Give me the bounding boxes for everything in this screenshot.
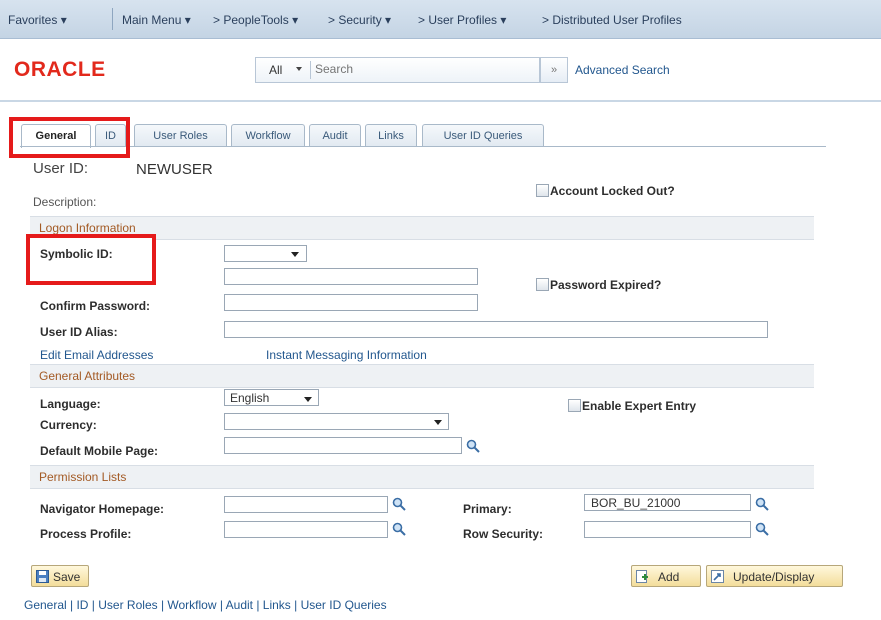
save-button-label: Save [53, 570, 81, 584]
primary-field[interactable]: BOR_BU_21000 [584, 494, 751, 511]
language-label: Language: [40, 397, 101, 411]
tab-workflow[interactable]: Workflow [231, 124, 305, 147]
breadcrumb-current: > Distributed User Profiles [542, 13, 682, 27]
tab-user-id-queries[interactable]: User ID Queries [422, 124, 544, 147]
add-icon [636, 570, 648, 583]
chevron-down-icon[interactable] [296, 67, 302, 71]
user-id-alias-label: User ID Alias: [40, 325, 118, 339]
lookup-icon[interactable] [466, 439, 480, 453]
instant-messaging-link[interactable]: Instant Messaging Information [266, 348, 427, 362]
user-id-value: NEWUSER [136, 161, 213, 178]
primary-value: BOR_BU_21000 [591, 496, 681, 510]
section-title: General Attributes [39, 369, 136, 383]
chevron-down-icon[interactable] [304, 397, 312, 402]
confirm-password-field[interactable] [224, 294, 478, 311]
header-divider [0, 100, 881, 102]
tab-audit[interactable]: Audit [309, 124, 361, 147]
update-display-button-label: Update/Display [733, 570, 815, 584]
breadcrumb-peopletools[interactable]: > PeopleTools ▾ [213, 13, 298, 27]
lookup-icon[interactable] [392, 522, 406, 536]
confirm-password-label: Confirm Password: [40, 299, 151, 313]
navigator-homepage-label: Navigator Homepage: [40, 502, 165, 516]
row-security-label: Row Security: [463, 527, 544, 541]
primary-label: Primary: [463, 502, 512, 516]
lookup-icon[interactable] [392, 497, 406, 511]
add-button-label: Add [658, 570, 680, 584]
enable-expert-checkbox[interactable] [568, 399, 581, 412]
edit-email-link[interactable]: Edit Email Addresses [40, 348, 153, 362]
user-id-label: User ID: [33, 160, 89, 177]
password-expired-checkbox[interactable] [536, 278, 549, 291]
search-divider [310, 61, 311, 79]
section-title: Logon Information [39, 221, 136, 235]
section-general-attributes: General Attributes [30, 364, 814, 388]
search-scope-select[interactable]: All [269, 63, 282, 77]
search-go-button[interactable]: » [540, 57, 568, 83]
lookup-icon[interactable] [755, 522, 769, 536]
main-menu[interactable]: Main Menu ▾ [122, 13, 191, 27]
section-title: Permission Lists [39, 470, 127, 484]
default-mobile-field[interactable] [224, 437, 462, 454]
update-display-button[interactable]: Update/Display [706, 565, 843, 587]
chevron-down-icon[interactable] [434, 420, 442, 425]
account-locked-checkbox[interactable] [536, 184, 549, 197]
default-mobile-label: Default Mobile Page: [40, 444, 159, 458]
section-permission-lists: Permission Lists [30, 465, 814, 489]
lookup-icon[interactable] [755, 497, 769, 511]
tab-user-roles[interactable]: User Roles [134, 124, 227, 147]
row-security-field[interactable] [584, 521, 751, 538]
search-bar: All » Advanced Search [255, 57, 692, 83]
language-value: English [230, 391, 270, 405]
account-locked-label: Account Locked Out? [550, 184, 675, 198]
currency-label: Currency: [40, 418, 97, 432]
footer-links[interactable]: General | ID | User Roles | Workflow | A… [24, 598, 387, 612]
oracle-logo: ORACLE [14, 58, 106, 81]
highlight-box-tabs [9, 117, 130, 158]
search-box: All [255, 57, 540, 83]
enable-expert-label: Enable Expert Entry [582, 399, 697, 413]
update-display-icon [711, 570, 724, 583]
process-profile-label: Process Profile: [40, 527, 132, 541]
navigation-bar: Favorites ▾ Main Menu ▾ > PeopleTools ▾ … [0, 0, 881, 39]
favorites-menu[interactable]: Favorites ▾ [8, 13, 67, 27]
tab-links[interactable]: Links [365, 124, 417, 147]
symbolic-id-label-highlighted: Symbolic ID: [40, 247, 113, 261]
user-id-alias-field[interactable] [224, 321, 768, 338]
password-field[interactable] [224, 268, 478, 285]
chevron-down-icon[interactable] [291, 252, 299, 257]
add-button[interactable]: Add [631, 565, 701, 587]
breadcrumb-security[interactable]: > Security ▾ [328, 13, 391, 27]
password-expired-label: Password Expired? [550, 278, 662, 292]
save-icon [36, 570, 49, 583]
breadcrumb-user-profiles[interactable]: > User Profiles ▾ [418, 13, 506, 27]
currency-select[interactable] [224, 413, 449, 430]
advanced-search-link[interactable]: Advanced Search [575, 63, 670, 77]
save-button[interactable]: Save [31, 565, 89, 587]
tab-baseline [20, 146, 826, 147]
process-profile-field[interactable] [224, 521, 388, 538]
nav-separator [112, 8, 113, 30]
navigator-homepage-field[interactable] [224, 496, 388, 513]
search-input[interactable] [313, 60, 537, 78]
description-label: Description: [33, 195, 97, 209]
